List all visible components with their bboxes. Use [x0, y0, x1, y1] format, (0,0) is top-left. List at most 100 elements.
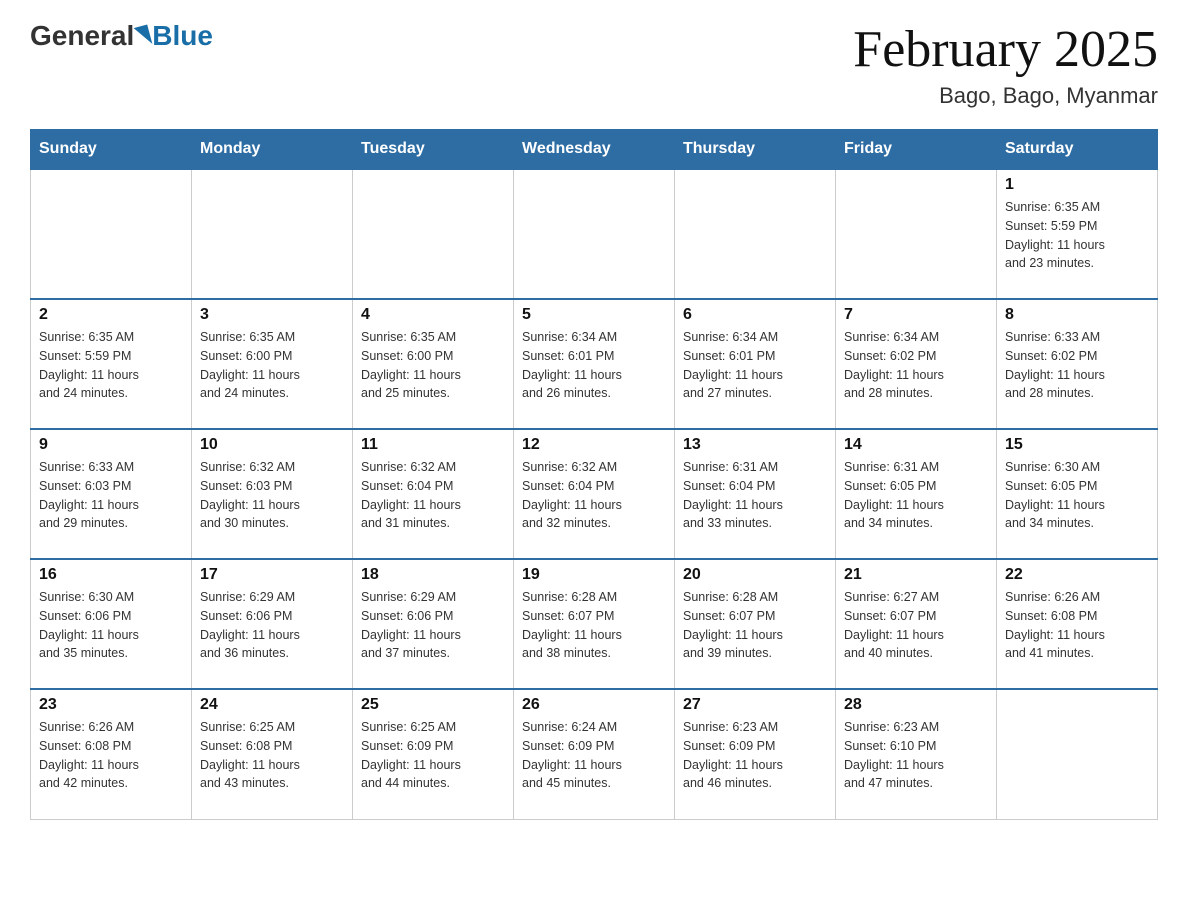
day-info: Sunrise: 6:34 AMSunset: 6:01 PMDaylight:…: [522, 328, 666, 403]
day-info: Sunrise: 6:27 AMSunset: 6:07 PMDaylight:…: [844, 588, 988, 663]
day-number: 11: [361, 436, 505, 454]
calendar-cell: 7 Sunrise: 6:34 AMSunset: 6:02 PMDaylight…: [836, 299, 997, 429]
calendar-cell: 27 Sunrise: 6:23 AMSunset: 6:09 PMDayligh…: [675, 689, 836, 819]
weekday-header-tuesday: Tuesday: [353, 130, 514, 170]
day-number: 25: [361, 696, 505, 714]
day-number: 7: [844, 306, 988, 324]
calendar-cell: 19 Sunrise: 6:28 AMSunset: 6:07 PMDayligh…: [514, 559, 675, 689]
logo: General Blue: [30, 20, 213, 52]
calendar-table: SundayMondayTuesdayWednesdayThursdayFrid…: [30, 129, 1158, 820]
day-info: Sunrise: 6:25 AMSunset: 6:08 PMDaylight:…: [200, 718, 344, 793]
weekday-header-monday: Monday: [192, 130, 353, 170]
day-number: 13: [683, 436, 827, 454]
day-number: 8: [1005, 306, 1149, 324]
weekday-header-thursday: Thursday: [675, 130, 836, 170]
day-info: Sunrise: 6:35 AMSunset: 6:00 PMDaylight:…: [361, 328, 505, 403]
day-number: 26: [522, 696, 666, 714]
day-info: Sunrise: 6:31 AMSunset: 6:05 PMDaylight:…: [844, 458, 988, 533]
day-info: Sunrise: 6:32 AMSunset: 6:04 PMDaylight:…: [361, 458, 505, 533]
calendar-cell: [997, 689, 1158, 819]
logo-arrow-icon: [134, 25, 153, 48]
calendar-cell: 13 Sunrise: 6:31 AMSunset: 6:04 PMDayligh…: [675, 429, 836, 559]
day-number: 20: [683, 566, 827, 584]
calendar-cell: [836, 169, 997, 299]
week-row-2: 2Sunrise: 6:35 AMSunset: 5:59 PMDaylight…: [31, 299, 1158, 429]
logo-general-text: General: [30, 20, 134, 52]
day-info: Sunrise: 6:35 AMSunset: 5:59 PMDaylight:…: [1005, 198, 1149, 273]
day-number: 21: [844, 566, 988, 584]
week-row-1: 1 Sunrise: 6:35 AMSunset: 5:59 PMDaylight…: [31, 169, 1158, 299]
day-number: 2: [39, 306, 183, 324]
day-number: 27: [683, 696, 827, 714]
day-info: Sunrise: 6:24 AMSunset: 6:09 PMDaylight:…: [522, 718, 666, 793]
day-number: 18: [361, 566, 505, 584]
day-number: 19: [522, 566, 666, 584]
day-number: 17: [200, 566, 344, 584]
day-number: 28: [844, 696, 988, 714]
calendar-cell: 25Sunrise: 6:25 AMSunset: 6:09 PMDayligh…: [353, 689, 514, 819]
calendar-cell: 28 Sunrise: 6:23 AMSunset: 6:10 PMDayligh…: [836, 689, 997, 819]
weekday-header-saturday: Saturday: [997, 130, 1158, 170]
month-title: February 2025: [853, 20, 1158, 79]
calendar-cell: 8 Sunrise: 6:33 AMSunset: 6:02 PMDaylight…: [997, 299, 1158, 429]
calendar-cell: [192, 169, 353, 299]
week-row-4: 16 Sunrise: 6:30 AMSunset: 6:06 PMDayligh…: [31, 559, 1158, 689]
calendar-cell: 26 Sunrise: 6:24 AMSunset: 6:09 PMDayligh…: [514, 689, 675, 819]
weekday-header-wednesday: Wednesday: [514, 130, 675, 170]
calendar-cell: 24Sunrise: 6:25 AMSunset: 6:08 PMDayligh…: [192, 689, 353, 819]
day-info: Sunrise: 6:32 AMSunset: 6:04 PMDaylight:…: [522, 458, 666, 533]
day-info: Sunrise: 6:32 AMSunset: 6:03 PMDaylight:…: [200, 458, 344, 533]
calendar-cell: 6Sunrise: 6:34 AMSunset: 6:01 PMDaylight…: [675, 299, 836, 429]
day-info: Sunrise: 6:23 AMSunset: 6:09 PMDaylight:…: [683, 718, 827, 793]
calendar-cell: 17 Sunrise: 6:29 AMSunset: 6:06 PMDayligh…: [192, 559, 353, 689]
calendar-cell: 11 Sunrise: 6:32 AMSunset: 6:04 PMDayligh…: [353, 429, 514, 559]
day-info: Sunrise: 6:28 AMSunset: 6:07 PMDaylight:…: [522, 588, 666, 663]
day-info: Sunrise: 6:29 AMSunset: 6:06 PMDaylight:…: [361, 588, 505, 663]
day-info: Sunrise: 6:26 AMSunset: 6:08 PMDaylight:…: [39, 718, 183, 793]
week-row-3: 9 Sunrise: 6:33 AMSunset: 6:03 PMDaylight…: [31, 429, 1158, 559]
day-number: 15: [1005, 436, 1149, 454]
logo-blue-text: Blue: [152, 20, 213, 52]
day-info: Sunrise: 6:30 AMSunset: 6:05 PMDaylight:…: [1005, 458, 1149, 533]
calendar-cell: 23Sunrise: 6:26 AMSunset: 6:08 PMDayligh…: [31, 689, 192, 819]
calendar-cell: 18 Sunrise: 6:29 AMSunset: 6:06 PMDayligh…: [353, 559, 514, 689]
calendar-cell: 21 Sunrise: 6:27 AMSunset: 6:07 PMDayligh…: [836, 559, 997, 689]
day-info: Sunrise: 6:33 AMSunset: 6:02 PMDaylight:…: [1005, 328, 1149, 403]
day-info: Sunrise: 6:30 AMSunset: 6:06 PMDaylight:…: [39, 588, 183, 663]
calendar-cell: [675, 169, 836, 299]
page-header: General Blue February 2025 Bago, Bago, M…: [30, 20, 1158, 109]
day-number: 5: [522, 306, 666, 324]
calendar-cell: 1 Sunrise: 6:35 AMSunset: 5:59 PMDaylight…: [997, 169, 1158, 299]
day-number: 22: [1005, 566, 1149, 584]
calendar-cell: 5 Sunrise: 6:34 AMSunset: 6:01 PMDaylight…: [514, 299, 675, 429]
week-row-5: 23Sunrise: 6:26 AMSunset: 6:08 PMDayligh…: [31, 689, 1158, 819]
weekday-header-sunday: Sunday: [31, 130, 192, 170]
day-info: Sunrise: 6:29 AMSunset: 6:06 PMDaylight:…: [200, 588, 344, 663]
day-number: 4: [361, 306, 505, 324]
day-number: 3: [200, 306, 344, 324]
calendar-cell: 16 Sunrise: 6:30 AMSunset: 6:06 PMDayligh…: [31, 559, 192, 689]
day-info: Sunrise: 6:26 AMSunset: 6:08 PMDaylight:…: [1005, 588, 1149, 663]
calendar-cell: 3Sunrise: 6:35 AMSunset: 6:00 PMDaylight…: [192, 299, 353, 429]
calendar-cell: 20 Sunrise: 6:28 AMSunset: 6:07 PMDayligh…: [675, 559, 836, 689]
calendar-cell: 15 Sunrise: 6:30 AMSunset: 6:05 PMDayligh…: [997, 429, 1158, 559]
calendar-cell: 4 Sunrise: 6:35 AMSunset: 6:00 PMDaylight…: [353, 299, 514, 429]
day-info: Sunrise: 6:28 AMSunset: 6:07 PMDaylight:…: [683, 588, 827, 663]
calendar-cell: [31, 169, 192, 299]
calendar-cell: 12 Sunrise: 6:32 AMSunset: 6:04 PMDayligh…: [514, 429, 675, 559]
day-number: 14: [844, 436, 988, 454]
day-info: Sunrise: 6:31 AMSunset: 6:04 PMDaylight:…: [683, 458, 827, 533]
title-area: February 2025 Bago, Bago, Myanmar: [853, 20, 1158, 109]
day-number: 9: [39, 436, 183, 454]
day-number: 1: [1005, 176, 1149, 194]
day-info: Sunrise: 6:23 AMSunset: 6:10 PMDaylight:…: [844, 718, 988, 793]
day-number: 6: [683, 306, 827, 324]
calendar-cell: 22 Sunrise: 6:26 AMSunset: 6:08 PMDayligh…: [997, 559, 1158, 689]
day-info: Sunrise: 6:34 AMSunset: 6:02 PMDaylight:…: [844, 328, 988, 403]
day-number: 10: [200, 436, 344, 454]
day-number: 16: [39, 566, 183, 584]
calendar-cell: 10 Sunrise: 6:32 AMSunset: 6:03 PMDayligh…: [192, 429, 353, 559]
day-number: 12: [522, 436, 666, 454]
weekday-header-row: SundayMondayTuesdayWednesdayThursdayFrid…: [31, 130, 1158, 170]
day-info: Sunrise: 6:33 AMSunset: 6:03 PMDaylight:…: [39, 458, 183, 533]
